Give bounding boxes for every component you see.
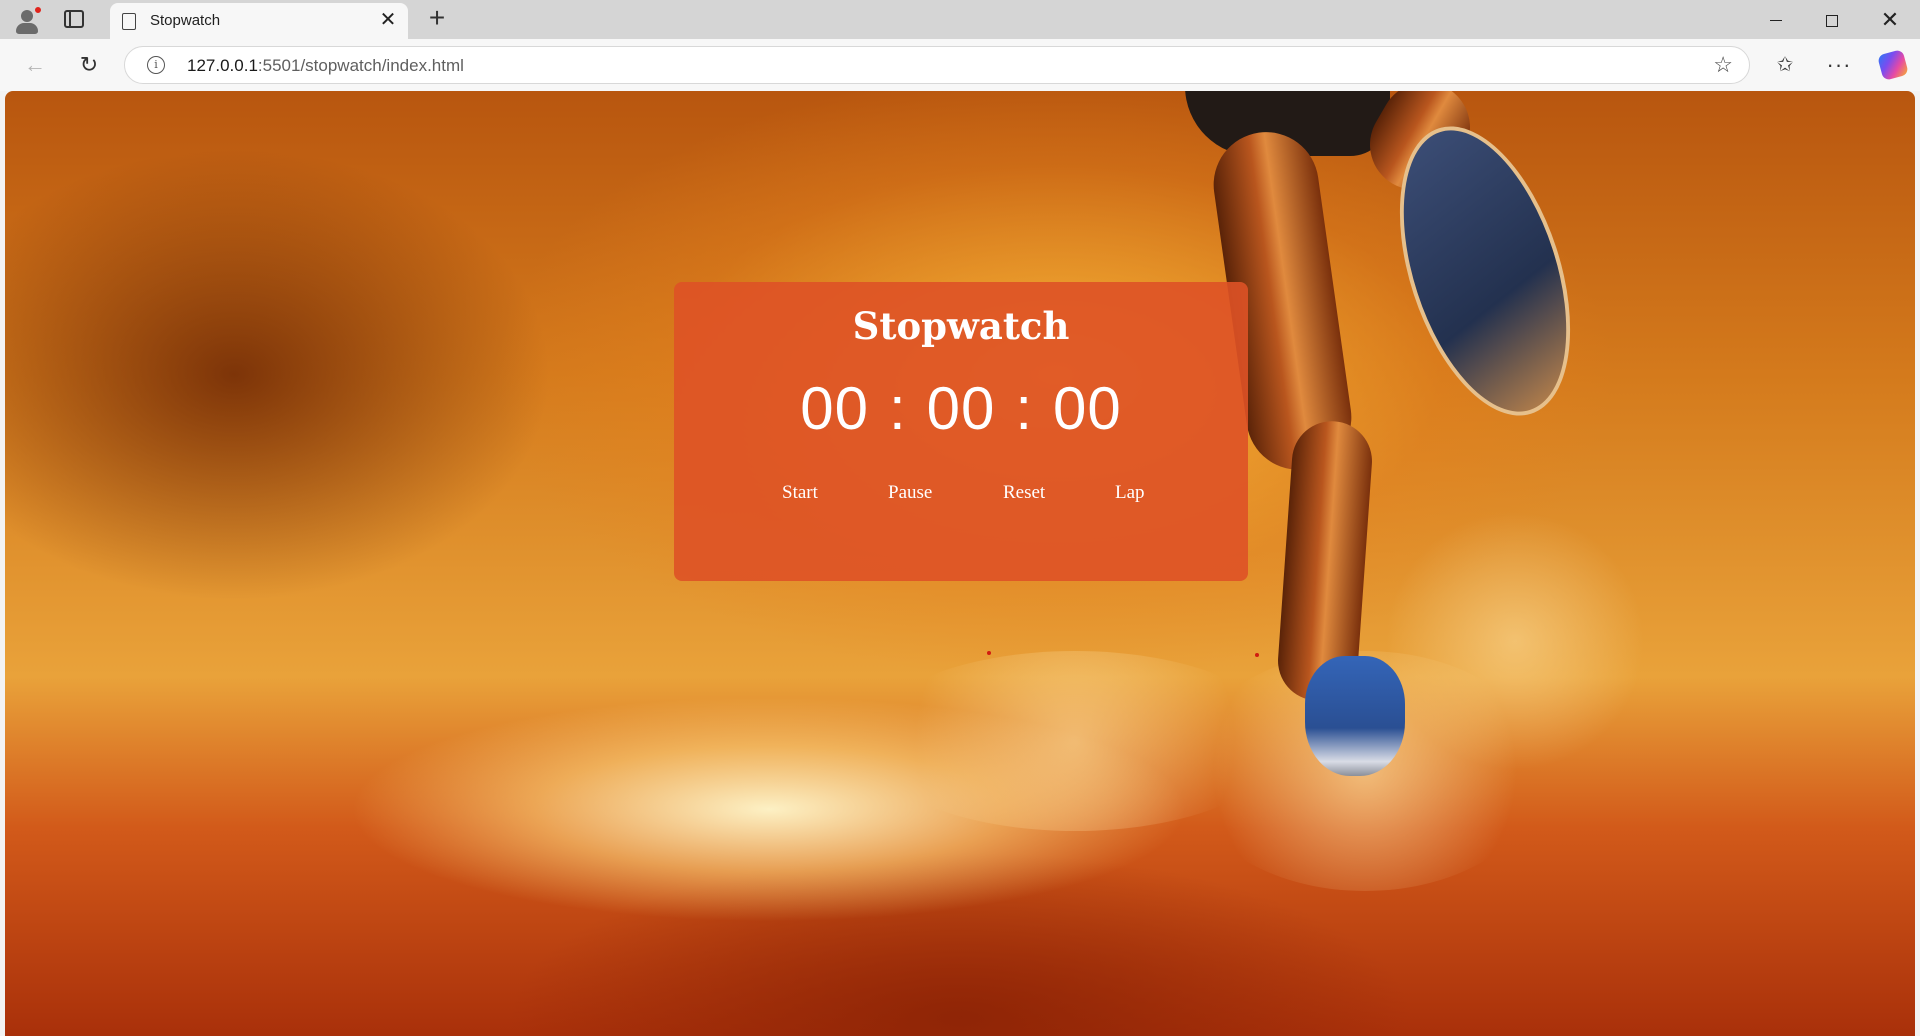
restore-button[interactable]: [1804, 0, 1860, 39]
minutes-value: 00: [926, 375, 996, 442]
page-viewport: Stopwatch 00:00:00 Start Pause Reset Lap: [5, 91, 1915, 1036]
browser-toolbar: ← ↻ i 127.0.0.1:5501/stopwatch/index.htm…: [0, 39, 1920, 91]
runner-shoe: [1305, 656, 1405, 776]
seconds-value: 00: [1053, 375, 1122, 442]
reset-button[interactable]: Reset: [1003, 482, 1045, 504]
address-bar[interactable]: i 127.0.0.1:5501/stopwatch/index.html ☆: [124, 46, 1750, 84]
dust-cloud: [865, 651, 1285, 831]
reload-icon[interactable]: ↻: [72, 48, 106, 82]
profile-icon[interactable]: [12, 5, 42, 35]
red-dot: [987, 651, 991, 655]
info-icon[interactable]: i: [147, 56, 165, 74]
start-button[interactable]: Start: [782, 482, 818, 504]
tab-actions-icon[interactable]: [64, 10, 84, 28]
copilot-icon[interactable]: [1876, 48, 1910, 82]
stopwatch-card: Stopwatch 00:00:00 Start Pause Reset Lap: [674, 282, 1248, 581]
time-separator: :: [888, 375, 907, 442]
browser-tab[interactable]: Stopwatch ✕: [110, 3, 408, 39]
page-icon: [122, 13, 136, 30]
url-text[interactable]: 127.0.0.1:5501/stopwatch/index.html: [187, 56, 464, 76]
pause-button[interactable]: Pause: [888, 482, 932, 504]
url-path: :5501/stopwatch/index.html: [257, 56, 464, 75]
title-bar: Stopwatch ✕ + ✕: [0, 0, 1920, 39]
stopwatch-title: Stopwatch: [852, 304, 1070, 348]
lap-button[interactable]: Lap: [1115, 482, 1145, 504]
tab-title: Stopwatch: [150, 12, 221, 29]
star-icon[interactable]: ☆: [1713, 52, 1733, 78]
dust-cloud: [1385, 511, 1645, 771]
close-icon[interactable]: ✕: [376, 8, 400, 32]
url-host: 127.0.0.1: [187, 56, 258, 75]
time-display: 00:00:00: [674, 374, 1248, 443]
hours-value: 00: [800, 375, 869, 442]
window-close-button[interactable]: ✕: [1862, 0, 1918, 39]
time-separator: :: [1015, 375, 1034, 442]
red-dot: [1255, 653, 1259, 657]
minimize-button[interactable]: [1748, 0, 1804, 39]
back-arrow-icon[interactable]: ←: [18, 48, 52, 82]
favorites-icon[interactable]: ✩: [1768, 48, 1802, 82]
plus-icon[interactable]: +: [422, 3, 452, 33]
more-icon[interactable]: ···: [1822, 48, 1856, 82]
